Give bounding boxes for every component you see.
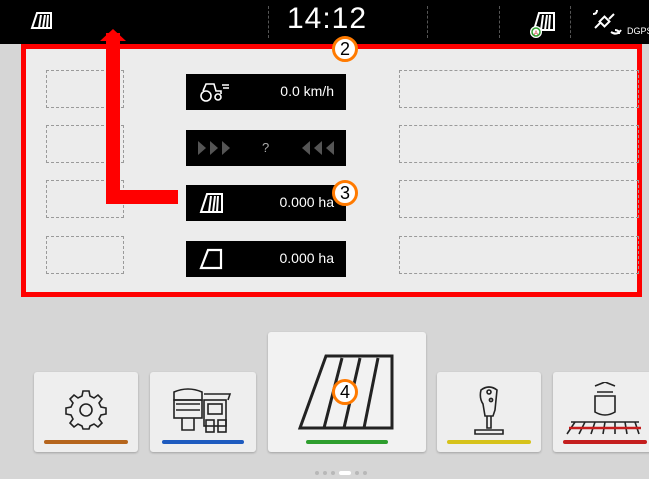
speed-field[interactable]: 0.0 km/h (186, 74, 346, 110)
status-divider (570, 6, 571, 38)
gps-satellite-icon[interactable] (591, 8, 625, 38)
empty-slot[interactable] (399, 125, 639, 163)
page-dot[interactable] (315, 471, 319, 475)
annotation-badge-4: 4 (332, 379, 358, 405)
joystick-color-bar (447, 440, 531, 444)
empty-slot[interactable] (399, 70, 639, 108)
status-divider (427, 6, 428, 38)
seeder-tile[interactable] (553, 372, 649, 452)
settings-color-bar (44, 440, 128, 444)
field-work-icon (30, 12, 52, 29)
machine-icon (173, 388, 232, 433)
clock-time: 14:12 (286, 2, 368, 35)
terminal-screen: 14:12 A DGPS (0, 0, 649, 479)
annotation-arrow (106, 190, 178, 204)
machine-color-bar (162, 440, 244, 444)
page-dot-active[interactable] (339, 471, 351, 475)
field-work-auto-icon[interactable]: A (528, 10, 560, 38)
empty-slot[interactable] (399, 180, 639, 218)
annotation-arrow-tip (100, 29, 126, 41)
page-indicator (313, 462, 369, 479)
seeder-color-bar (563, 440, 647, 444)
total-area-field[interactable]: 0.000 ha (186, 241, 346, 277)
page-dot[interactable] (323, 471, 327, 475)
machine-tile[interactable] (150, 372, 256, 452)
empty-slot[interactable] (399, 236, 639, 274)
field-color-bar (306, 440, 388, 444)
settings-tile[interactable] (34, 372, 138, 452)
joystick-icon (474, 386, 504, 435)
lateral-offset-value: ? (262, 140, 270, 155)
annotation-badge-2: 2 (332, 36, 358, 62)
partial-area-field[interactable]: 0.000 ha (186, 185, 346, 221)
dgps-label: DGPS (627, 26, 649, 36)
status-divider (499, 6, 500, 38)
lateral-guidance-field[interactable]: ? (186, 130, 346, 166)
svg-text:A: A (534, 31, 538, 37)
annotation-arrow (106, 33, 120, 204)
speed-value: 0.0 km/h (280, 83, 334, 99)
tractor-speed-icon (200, 83, 229, 102)
partial-area-value: 0.000 ha (279, 194, 335, 210)
partial-area-icon (199, 193, 223, 213)
gear-icon (65, 390, 107, 430)
page-dot[interactable] (355, 471, 359, 475)
total-area-icon (199, 248, 223, 270)
empty-slot[interactable] (46, 236, 124, 274)
status-bar: 14:12 A DGPS (0, 0, 649, 44)
joystick-tile[interactable] (437, 372, 541, 452)
total-area-value: 0.000 ha (279, 250, 335, 266)
page-dot[interactable] (331, 471, 335, 475)
page-dot[interactable] (363, 471, 367, 475)
annotation-badge-3: 3 (332, 180, 358, 206)
seeder-icon (566, 382, 641, 435)
